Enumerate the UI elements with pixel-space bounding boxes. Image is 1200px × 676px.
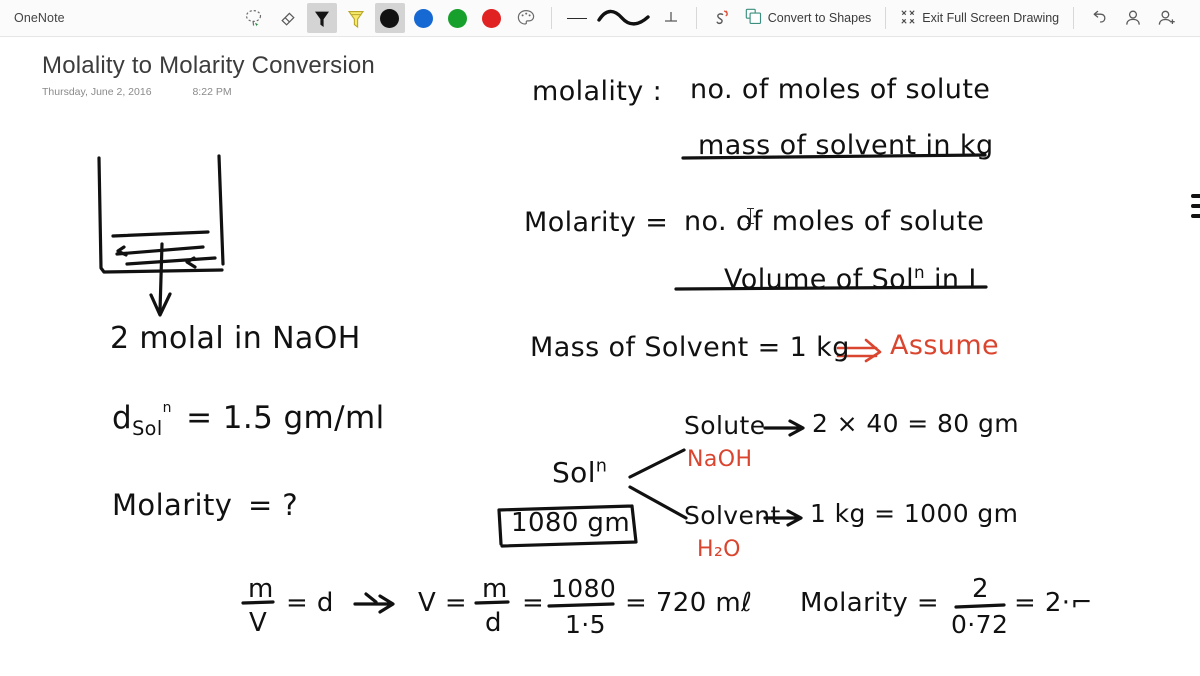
- ink-text-frac-num: 1080: [551, 574, 617, 603]
- ink-text-final-num: 2: [972, 574, 989, 604]
- ink-replay-icon[interactable]: [707, 3, 737, 33]
- toolbar-tool-group: Convert to Shapes Exit Full Screen Drawi…: [237, 0, 1184, 36]
- ink-text-dens-eq: = d: [286, 588, 334, 618]
- convert-to-shapes-label: Convert to Shapes: [767, 11, 872, 25]
- thin-stroke-icon[interactable]: [562, 3, 592, 33]
- ink-text-dens-den: V: [249, 608, 268, 638]
- density-subscript-sup: n: [162, 400, 172, 416]
- exit-full-screen-drawing-button[interactable]: Exit Full Screen Drawing: [894, 3, 1065, 33]
- ink-formula-molality-denominator: mass of solvent in kg: [698, 130, 994, 161]
- ink-text-density: dSoln = 1.5 gm/ml: [112, 400, 385, 440]
- convert-to-shapes-button[interactable]: Convert to Shapes: [739, 3, 878, 33]
- ink-text-v-num: m: [482, 574, 508, 604]
- exit-full-screen-icon: [900, 9, 916, 28]
- color-swatch-blue[interactable]: [409, 3, 439, 33]
- account-icon[interactable]: [1118, 3, 1148, 33]
- question-label: Molarity: [112, 488, 233, 522]
- ink-formula-molarity-numerator: no. of moles of solute: [684, 206, 985, 237]
- ink-text-boxed-total: 1080 gm: [511, 508, 631, 538]
- ink-text-final-result: = 2·⌐: [1014, 588, 1093, 618]
- toolbar-divider: [695, 7, 697, 29]
- ink-text-solute-label: Solute: [684, 411, 766, 440]
- thick-stroke-icon[interactable]: [596, 3, 652, 33]
- exit-full-screen-label: Exit Full Screen Drawing: [922, 11, 1060, 25]
- color-palette-icon[interactable]: [511, 3, 541, 33]
- lasso-select-icon[interactable]: [239, 3, 269, 33]
- ink-text-solvent-calc: 1 kg = 1000 gm: [810, 499, 1019, 528]
- ruler-icon[interactable]: [656, 3, 686, 33]
- ink-text-dens-num: m: [248, 574, 274, 604]
- toolbar-divider: [1073, 7, 1075, 29]
- undo-icon[interactable]: [1084, 3, 1114, 33]
- text-cursor: [747, 208, 754, 225]
- ink-text-v-den: d: [485, 608, 502, 638]
- color-swatch-green[interactable]: [443, 3, 473, 33]
- ink-text-assumption: Mass of Solvent = 1 kg: [530, 332, 850, 363]
- denominator-superscript: n: [913, 262, 925, 282]
- density-subscript: Sol: [132, 417, 163, 441]
- denominator-post: in L: [924, 264, 984, 295]
- color-swatch-black[interactable]: [374, 3, 405, 33]
- convert-to-shapes-icon: [745, 8, 762, 28]
- ink-text-final-den: 0·72: [951, 610, 1009, 639]
- top-toolbar: OneNote Convert to Shapes Exit Full Scre…: [0, 0, 1200, 37]
- pen-icon[interactable]: [306, 3, 337, 33]
- ink-text-solvent-formula: H₂O: [697, 537, 741, 562]
- ink-text-final-label: Molarity =: [800, 588, 940, 618]
- question-mark: = ?: [247, 488, 299, 522]
- ink-text-v-label: V =: [418, 588, 468, 618]
- color-swatch-red[interactable]: [477, 3, 507, 33]
- denominator-pre: Volume of Sol: [724, 264, 914, 295]
- ink-text-question: Molarity = ?: [112, 488, 298, 522]
- ink-text-eq1: =: [522, 588, 545, 618]
- ink-formula-molality-numerator: no. of moles of solute: [690, 74, 991, 105]
- eraser-icon[interactable]: [273, 3, 303, 33]
- ink-formula-molarity-lhs: Molarity =: [524, 207, 669, 238]
- ink-text-volume-result: = 720 mℓ: [625, 588, 753, 618]
- ink-text-solute-calc: 2 × 40 = 80 gm: [812, 409, 1019, 438]
- highlighter-icon[interactable]: [341, 3, 371, 33]
- app-name: OneNote: [14, 11, 65, 25]
- toolbar-divider: [885, 7, 887, 29]
- ink-formula-molarity-denominator: Volume of Soln in L: [724, 262, 984, 295]
- soln-root-superscript: n: [595, 456, 608, 477]
- ink-formula-molality-lhs: molality :: [532, 76, 663, 107]
- density-value: = 1.5 gm/ml: [186, 400, 385, 436]
- ink-text-assume-note: Assume: [890, 330, 1000, 361]
- ink-text-solvent-label: Solvent: [684, 501, 781, 530]
- ink-canvas[interactable]: 2 molal in NaOH dSoln = 1.5 gm/ml Molari…: [0, 36, 1200, 676]
- ink-text-solute-formula: NaOH: [687, 447, 753, 472]
- ink-text-soln-root: Soln: [552, 456, 607, 489]
- density-symbol: d: [112, 400, 133, 436]
- soln-root-label: Sol: [552, 456, 596, 489]
- toolbar-divider: [550, 7, 552, 29]
- ink-text-frac-den: 1·5: [565, 610, 606, 639]
- share-add-person-icon[interactable]: [1152, 3, 1182, 33]
- ink-text-given-molal: 2 molal in NaOH: [110, 321, 361, 356]
